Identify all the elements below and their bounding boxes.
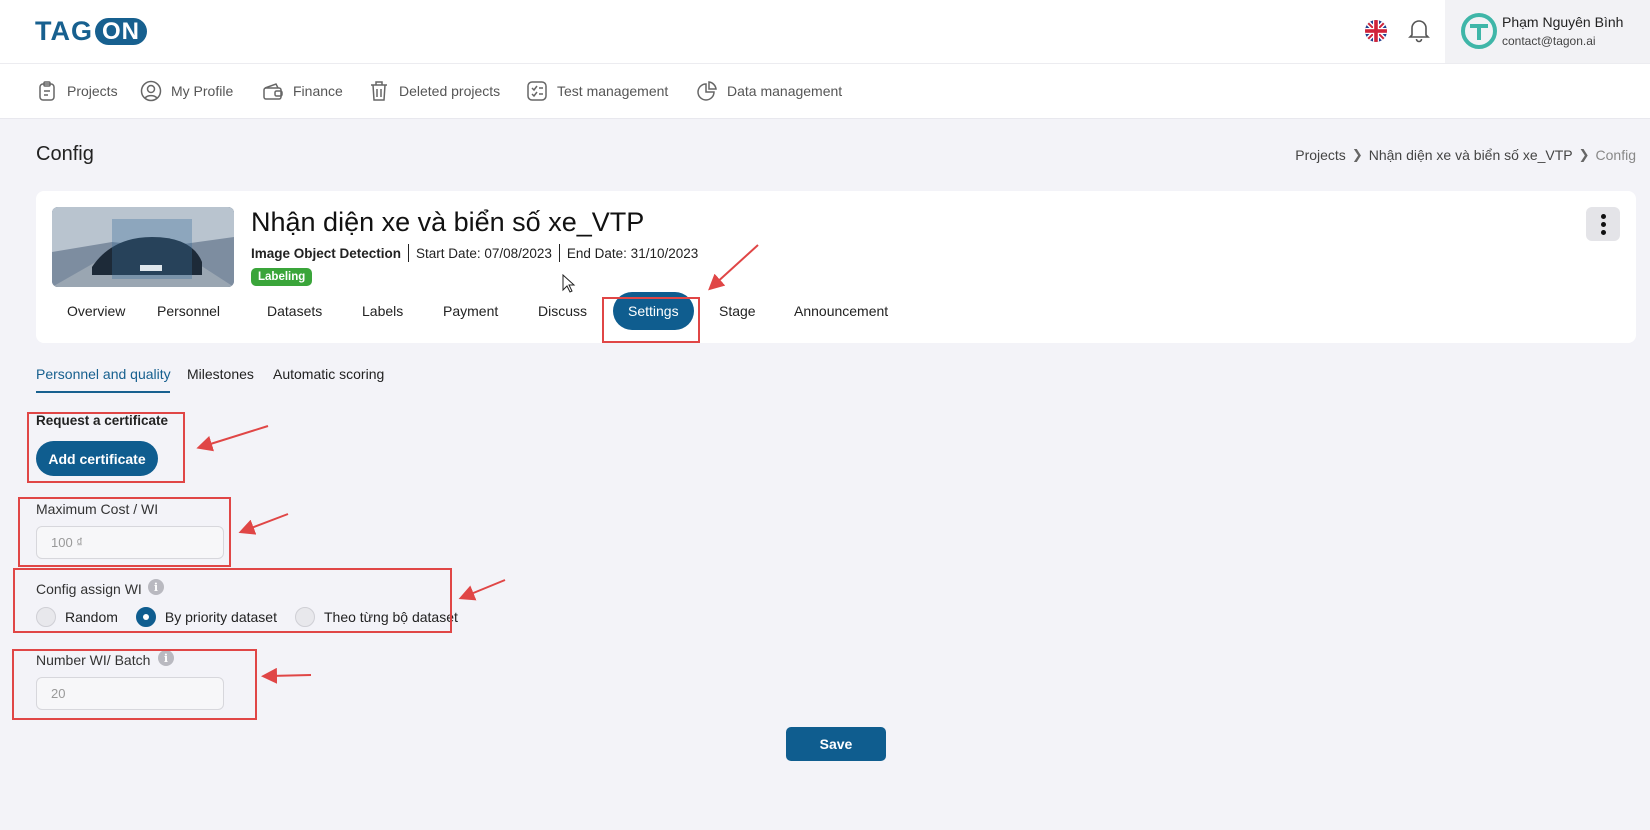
project-title: Nhận diện xe và biển số xe_VTP (251, 207, 645, 237)
tab-payment[interactable]: Payment (443, 291, 498, 331)
max-cost-input[interactable]: 100 ₫ (36, 526, 224, 559)
project-meta: Image Object Detection Start Date: 07/08… (251, 244, 705, 262)
more-options-icon[interactable] (1586, 207, 1620, 241)
nav-label: Projects (67, 83, 118, 99)
nav-label: My Profile (171, 83, 234, 99)
breadcrumb-current: Config (1595, 147, 1636, 163)
uk-flag-icon[interactable] (1365, 20, 1387, 42)
certificate-label: Request a certificate (36, 413, 169, 428)
batch-input[interactable]: 20 (36, 677, 224, 710)
trash-icon (371, 81, 387, 101)
start-date: Start Date: 07/08/2023 (416, 245, 552, 261)
add-certificate-button[interactable]: Add certificate (36, 441, 158, 476)
status-badge: Labeling (251, 268, 313, 286)
logo-text-right: ON (95, 18, 147, 45)
tagon-logo[interactable]: TAG ON (35, 16, 147, 47)
page-title: Config (36, 143, 94, 165)
project-card: Nhận diện xe và biển số xe_VTP Image Obj… (36, 191, 1636, 343)
wallet-icon (263, 83, 283, 100)
project-tabs: Overview Personnel Datasets Labels Payme… (36, 291, 1636, 331)
info-icon[interactable]: i (158, 650, 174, 666)
nav-label: Test management (557, 83, 669, 99)
tab-discuss[interactable]: Discuss (538, 291, 587, 331)
nav-label: Deleted projects (399, 83, 501, 99)
bell-icon[interactable] (1407, 17, 1431, 43)
tab-personnel[interactable]: Personnel (157, 291, 220, 331)
nav-item-deleted-projects[interactable]: Deleted projects (368, 78, 500, 104)
annotation-arrows (196, 244, 759, 684)
main-nav: Projects My Profile Finance Deleted proj… (0, 64, 1650, 119)
assign-label: Config assign WI (36, 581, 142, 597)
breadcrumb-projects[interactable]: Projects (1295, 147, 1346, 163)
tab-announcement[interactable]: Announcement (794, 291, 888, 331)
divider (408, 244, 410, 262)
user-name: Phạm Nguyên Bình (1502, 14, 1624, 30)
radio-label-by-priority-dataset[interactable]: By priority dataset (165, 609, 277, 625)
divider (558, 244, 560, 262)
tab-overview[interactable]: Overview (67, 291, 125, 331)
nav-item-projects[interactable]: Projects (36, 78, 118, 104)
top-header: TAG ON Phạm Nguyên Bình contact@tagon.ai (0, 0, 1650, 64)
tab-labels[interactable]: Labels (362, 291, 403, 331)
max-cost-label: Maximum Cost / WI (36, 501, 159, 517)
nav-label: Data management (727, 83, 843, 99)
subtab-automatic-scoring[interactable]: Automatic scoring (273, 366, 384, 382)
info-icon[interactable]: i (148, 579, 164, 595)
chevron-right-icon: ❯ (1578, 147, 1590, 162)
end-date: End Date: 31/10/2023 (566, 245, 699, 261)
nav-label: Finance (293, 83, 343, 99)
subtab-personnel-and-quality[interactable]: Personnel and quality (36, 366, 171, 382)
breadcrumb-project[interactable]: Nhận diện xe và biển số xe_VTP (1369, 147, 1573, 163)
assign-radio-group: Random By priority dataset Theo từng bộ … (36, 607, 476, 627)
user-menu[interactable]: Phạm Nguyên Bình contact@tagon.ai (1445, 0, 1650, 63)
checklist-icon (527, 81, 547, 101)
radio-theo-tung-bo-dataset[interactable] (294, 607, 315, 627)
project-thumbnail (52, 207, 234, 287)
tab-settings[interactable]: Settings (613, 292, 694, 330)
save-button[interactable]: Save (786, 727, 886, 761)
user-email: contact@tagon.ai (1502, 34, 1596, 48)
avatar (1460, 12, 1498, 50)
nav-item-finance[interactable]: Finance (262, 78, 343, 104)
logo-text-left: TAG (35, 16, 93, 46)
pie-chart-icon (697, 81, 717, 101)
radio-label-random[interactable]: Random (65, 609, 118, 625)
mouse-cursor-icon (562, 274, 576, 293)
tab-datasets[interactable]: Datasets (267, 291, 322, 331)
user-circle-icon (140, 80, 162, 102)
radio-by-priority-dataset[interactable] (135, 607, 156, 627)
project-type: Image Object Detection (251, 245, 402, 261)
breadcrumb: Projects ❯ Nhận diện xe và biển số xe_VT… (1295, 147, 1636, 163)
subtab-milestones[interactable]: Milestones (187, 366, 254, 382)
chevron-right-icon: ❯ (1351, 147, 1363, 162)
nav-item-test-management[interactable]: Test management (526, 78, 668, 104)
nav-item-my-profile[interactable]: My Profile (140, 78, 233, 104)
batch-label: Number WI/ Batch (36, 652, 151, 668)
nav-item-data-management[interactable]: Data management (696, 78, 842, 104)
radio-label-theo-tung-bo-dataset[interactable]: Theo từng bộ dataset (324, 609, 458, 625)
active-subtab-indicator (36, 391, 170, 393)
radio-random[interactable] (36, 607, 56, 627)
tab-stage[interactable]: Stage (719, 291, 756, 331)
clipboard-icon (39, 81, 55, 101)
